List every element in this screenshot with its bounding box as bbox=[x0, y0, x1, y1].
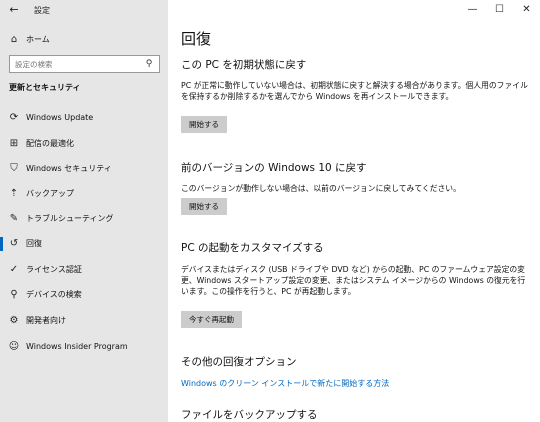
sidebar-item-label: 配信の最適化 bbox=[26, 139, 74, 148]
sidebar-item-label: トラブルシューティング bbox=[26, 214, 114, 223]
advanced-startup-description: デバイスまたはディスク (USB ドライブや DVD など) からの起動、PC … bbox=[181, 265, 526, 296]
sidebar-item-label: Windows Insider Program bbox=[26, 342, 128, 351]
sidebar-item-home[interactable]: ⌂ ホーム bbox=[0, 30, 168, 50]
go-back-heading: 前のバージョンの Windows 10 に戻す bbox=[181, 162, 367, 174]
reset-pc-heading: この PC を初期状態に戻す bbox=[181, 59, 307, 71]
sidebar-item-label: ライセンス認証 bbox=[26, 265, 82, 274]
title-bar: ← 設定 bbox=[0, 0, 168, 20]
insider-icon: ☺ bbox=[8, 341, 20, 352]
back-button[interactable]: ← bbox=[5, 2, 23, 18]
sidebar-item-find-my-device[interactable]: ⚲ デバイスの検索 bbox=[0, 285, 168, 305]
sidebar-item-label: 開発者向け bbox=[26, 316, 66, 325]
developer-icon: ⚙ bbox=[9, 315, 19, 326]
sidebar: ← 設定 ⌂ ホーム ⚲ 更新とセキュリティ ⟳ Windows Update … bbox=[0, 0, 168, 422]
more-recovery-options-heading: その他の回復オプション bbox=[181, 356, 297, 368]
delivery-optimization-icon: ⊞ bbox=[9, 138, 19, 149]
search-box[interactable]: ⚲ bbox=[9, 55, 160, 73]
main-content: — ☐ ✕ 回復 この PC を初期状態に戻す PC が正常に動作していない場合… bbox=[168, 0, 540, 422]
section-title: 更新とセキュリティ bbox=[9, 83, 81, 92]
sidebar-item-label: ホーム bbox=[26, 35, 50, 44]
minimize-button[interactable]: — bbox=[459, 0, 486, 20]
sidebar-item-troubleshoot[interactable]: ✎ トラブルシューティング bbox=[0, 209, 168, 229]
backup-files-heading: ファイルをバックアップする bbox=[181, 409, 318, 421]
close-icon: ✕ bbox=[522, 4, 531, 15]
sidebar-item-recovery[interactable]: ↺ 回復 bbox=[0, 234, 168, 254]
sidebar-item-windows-update[interactable]: ⟳ Windows Update bbox=[0, 108, 168, 128]
maximize-icon: ☐ bbox=[495, 4, 504, 15]
sidebar-item-for-developers[interactable]: ⚙ 開発者向け bbox=[0, 311, 168, 331]
app-title: 設定 bbox=[34, 6, 50, 15]
advanced-startup-heading: PC の起動をカスタマイズする bbox=[181, 242, 324, 254]
shield-icon: ⛉ bbox=[10, 163, 18, 174]
clean-install-link[interactable]: Windows のクリーン インストールで新たに開始する方法 bbox=[181, 378, 389, 389]
sidebar-item-label: デバイスの検索 bbox=[26, 290, 82, 299]
go-back-description: このバージョンが動作しない場合は、以前のバージョンに戻してみてください。 bbox=[181, 184, 461, 193]
sidebar-item-label: Windows Update bbox=[26, 113, 94, 122]
sidebar-item-delivery-optimization[interactable]: ⊞ 配信の最適化 bbox=[0, 134, 168, 154]
recovery-icon: ↺ bbox=[9, 238, 19, 249]
refresh-icon: ⟳ bbox=[9, 112, 19, 123]
wrench-icon: ✎ bbox=[9, 213, 19, 224]
sidebar-item-backup[interactable]: ⇡ バックアップ bbox=[0, 184, 168, 204]
sidebar-item-label: バックアップ bbox=[26, 189, 74, 198]
reset-pc-description: PC が正常に動作していない場合は、初期状態に戻すと解決する場合があります。個人… bbox=[181, 81, 528, 101]
reset-pc-start-button[interactable]: 開始する bbox=[181, 116, 227, 133]
restart-now-button[interactable]: 今すぐ再起動 bbox=[181, 311, 242, 328]
search-icon[interactable]: ⚲ bbox=[142, 57, 156, 71]
sidebar-item-windows-security[interactable]: ⛉ Windows セキュリティ bbox=[0, 159, 168, 179]
search-input[interactable] bbox=[10, 56, 140, 72]
home-icon: ⌂ bbox=[10, 34, 18, 45]
sidebar-item-insider-program[interactable]: ☺ Windows Insider Program bbox=[0, 337, 168, 357]
arrow-left-icon: ← bbox=[9, 3, 19, 16]
maximize-button[interactable]: ☐ bbox=[486, 0, 513, 20]
close-button[interactable]: ✕ bbox=[513, 0, 540, 20]
activation-icon: ✓ bbox=[9, 264, 19, 275]
sidebar-item-activation[interactable]: ✓ ライセンス認証 bbox=[0, 260, 168, 280]
settings-window: ← 設定 ⌂ ホーム ⚲ 更新とセキュリティ ⟳ Windows Update … bbox=[0, 0, 540, 422]
backup-icon: ⇡ bbox=[9, 188, 19, 199]
window-controls: — ☐ ✕ bbox=[459, 0, 540, 20]
page-title: 回復 bbox=[181, 30, 212, 48]
find-device-icon: ⚲ bbox=[10, 289, 18, 300]
go-back-start-button[interactable]: 開始する bbox=[181, 198, 227, 215]
minimize-icon: — bbox=[467, 4, 478, 15]
sidebar-item-label: Windows セキュリティ bbox=[26, 164, 112, 173]
sidebar-item-label: 回復 bbox=[26, 239, 42, 248]
